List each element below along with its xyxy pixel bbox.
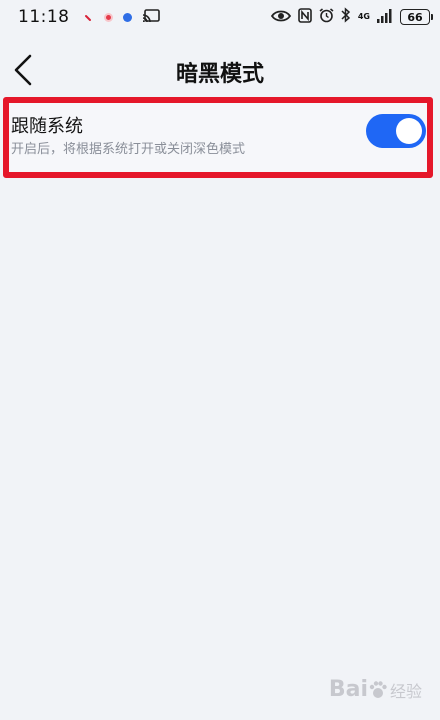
nfc-icon	[298, 7, 312, 27]
status-right-icons: 4G 66	[270, 7, 433, 27]
notification-icon-red	[84, 8, 94, 27]
paw-icon	[369, 680, 387, 698]
battery-icon: 66	[400, 9, 433, 25]
notification-icon-app	[103, 12, 113, 22]
bluetooth-icon	[341, 7, 351, 27]
battery-level: 66	[407, 10, 423, 24]
network-type: 4G	[357, 12, 370, 21]
baidu-watermark: Bai 经验	[329, 677, 422, 702]
watermark-suffix: 经验	[389, 681, 422, 701]
page-title: 暗黑模式	[175, 62, 264, 87]
watermark-brand: Bai	[328, 677, 368, 702]
highlight-box	[3, 97, 433, 178]
status-time: 11:18	[18, 7, 70, 27]
status-bar: 11:18 4G 66	[0, 0, 440, 34]
signal-icon	[377, 8, 393, 27]
alarm-icon	[319, 7, 334, 27]
notification-icons	[84, 8, 160, 27]
notification-icon-blue	[122, 12, 132, 22]
cast-icon	[142, 8, 160, 27]
eye-icon	[270, 8, 291, 27]
header: 暗黑模式	[0, 44, 440, 96]
